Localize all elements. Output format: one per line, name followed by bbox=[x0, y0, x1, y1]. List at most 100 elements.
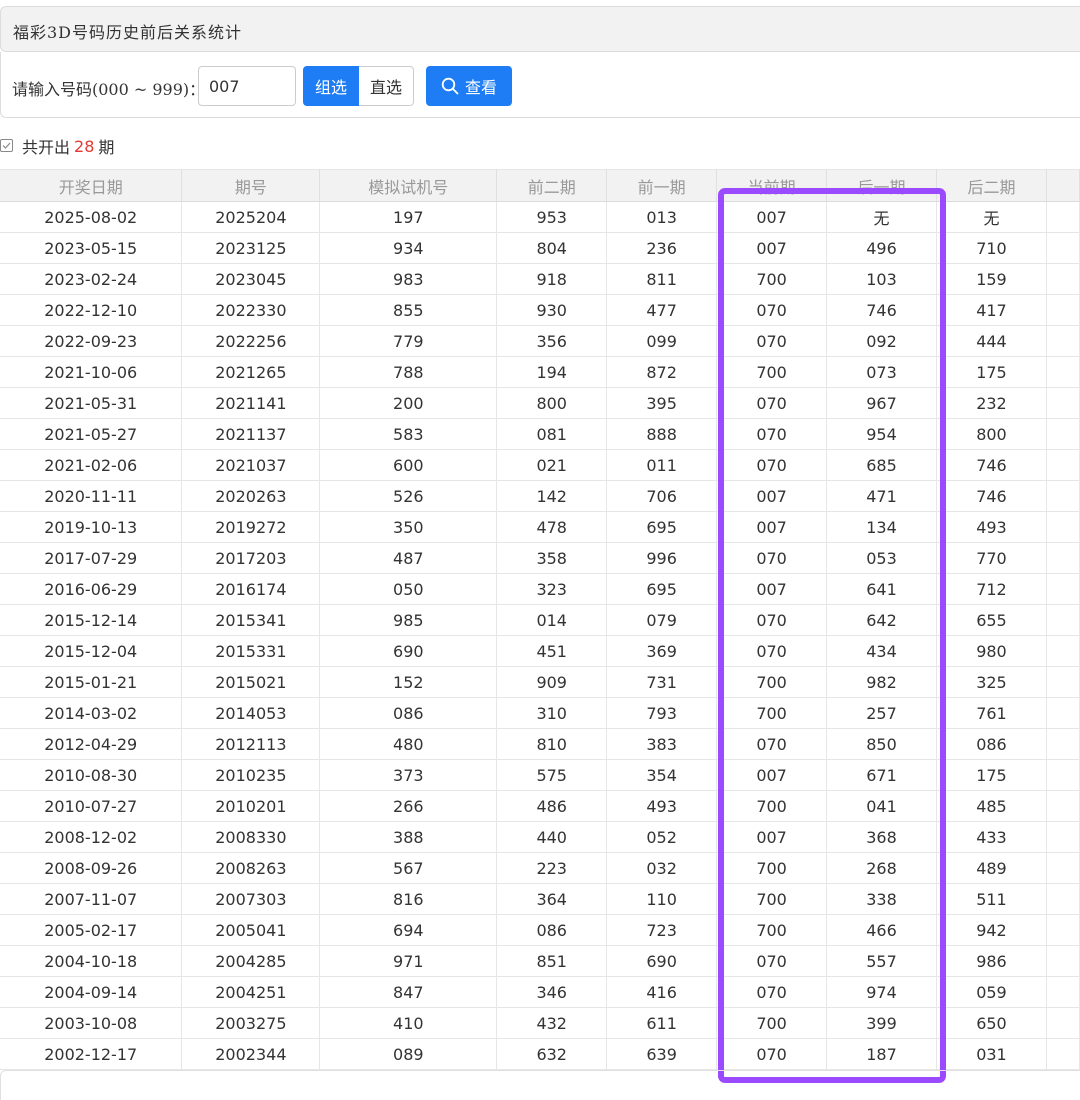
table-row: 2023-02-24 2023045 983 918 811 700 103 159 bbox=[0, 263, 1080, 295]
table-row: 2010-07-27 2010201 266 486 493 700 041 485 bbox=[0, 790, 1080, 822]
table-cell: 985 bbox=[319, 604, 498, 636]
table-cell-empty bbox=[1046, 728, 1080, 760]
table-cell: 567 bbox=[319, 852, 498, 884]
table-cell: 070 bbox=[716, 449, 828, 481]
table-cell: 800 bbox=[496, 387, 608, 419]
table-cell: 2015-01-21 bbox=[0, 666, 183, 698]
table-cell: 2002344 bbox=[181, 1038, 321, 1070]
table-cell: 2023045 bbox=[181, 263, 321, 295]
table-body: 2025-08-02 2025204 197 953 013 007 无无 2023-05-1… bbox=[0, 201, 1080, 1070]
table-cell: 050 bbox=[319, 573, 498, 605]
table-cell: 793 bbox=[606, 697, 718, 729]
table-cell: 471 bbox=[826, 480, 937, 512]
table-cell: 070 bbox=[716, 325, 828, 357]
table-cell: 2021265 bbox=[181, 356, 321, 388]
table-cell: 2023125 bbox=[181, 232, 321, 264]
table-cell: 489 bbox=[936, 852, 1047, 884]
table-cell: 493 bbox=[936, 511, 1047, 543]
table-cell: 175 bbox=[936, 356, 1047, 388]
table-row: 2021-02-06 2021037 600 021 011 070 685 746 bbox=[0, 449, 1080, 481]
table-cell: 338 bbox=[826, 883, 937, 915]
table-cell: 2002-12-17 bbox=[0, 1038, 183, 1070]
table-cell-empty bbox=[1046, 449, 1080, 481]
number-input[interactable] bbox=[198, 66, 296, 106]
column-header: 开奖日期 bbox=[0, 169, 183, 202]
table-cell: 700 bbox=[716, 852, 828, 884]
table-cell: 2015021 bbox=[181, 666, 321, 698]
column-header: 前二期 bbox=[496, 169, 608, 202]
table-cell: 007 bbox=[716, 511, 828, 543]
table-cell: 855 bbox=[319, 294, 498, 326]
table-row: 2007-11-07 2007303 816 364 110 700 338 511 bbox=[0, 883, 1080, 915]
table-cell: 2014-03-02 bbox=[0, 697, 183, 729]
table-cell: 152 bbox=[319, 666, 498, 698]
table-cell: 804 bbox=[496, 232, 608, 264]
table-cell: 021 bbox=[496, 449, 608, 481]
table-cell: 432 bbox=[496, 1007, 608, 1039]
table-cell: 909 bbox=[496, 666, 608, 698]
table-cell: 041 bbox=[826, 790, 937, 822]
table-cell: 2004-10-18 bbox=[0, 945, 183, 977]
summary-suffix: 期 bbox=[98, 138, 115, 157]
table-row: 2020-11-11 2020263 526 142 706 007 471 746 bbox=[0, 480, 1080, 512]
table-cell: 700 bbox=[716, 883, 828, 915]
table-cell: 2008-12-02 bbox=[0, 821, 183, 853]
table-row: 2016-06-29 2016174 050 323 695 007 641 712 bbox=[0, 573, 1080, 605]
table-cell: 478 bbox=[496, 511, 608, 543]
table-cell: 712 bbox=[936, 573, 1047, 605]
table-cell: 399 bbox=[826, 1007, 937, 1039]
table-cell-empty bbox=[1046, 604, 1080, 636]
table-cell: 2007303 bbox=[181, 883, 321, 915]
table-cell: 695 bbox=[606, 573, 718, 605]
table-cell: 323 bbox=[496, 573, 608, 605]
table-row: 2005-02-17 2005041 694 086 723 700 466 942 bbox=[0, 914, 1080, 946]
table-cell: 2004251 bbox=[181, 976, 321, 1008]
table-cell: 200 bbox=[319, 387, 498, 419]
table-cell: 700 bbox=[716, 790, 828, 822]
table-cell-empty bbox=[1046, 1038, 1080, 1070]
column-header: 后一期 bbox=[826, 169, 937, 202]
table-cell: 700 bbox=[716, 1007, 828, 1039]
direct-select-button[interactable]: 直选 bbox=[359, 66, 414, 106]
table-cell-empty bbox=[1046, 914, 1080, 946]
table-cell: 888 bbox=[606, 418, 718, 450]
table-cell: 700 bbox=[716, 666, 828, 698]
panel-header: 福彩3D号码历史前后关系统计 bbox=[0, 6, 1080, 52]
table-cell: 070 bbox=[716, 635, 828, 667]
table-cell: 954 bbox=[826, 418, 937, 450]
table-cell-empty bbox=[1046, 232, 1080, 264]
table-cell: 079 bbox=[606, 604, 718, 636]
table-cell: 982 bbox=[826, 666, 937, 698]
table-cell: 700 bbox=[716, 263, 828, 295]
table-cell-empty bbox=[1046, 511, 1080, 543]
table-cell: 2017-07-29 bbox=[0, 542, 183, 574]
table-cell: 373 bbox=[319, 759, 498, 791]
table-cell: 007 bbox=[716, 232, 828, 264]
table-cell: 2022-12-10 bbox=[0, 294, 183, 326]
table-cell: 232 bbox=[936, 387, 1047, 419]
table-cell: 671 bbox=[826, 759, 937, 791]
table-cell: 356 bbox=[496, 325, 608, 357]
table-cell: 070 bbox=[716, 976, 828, 1008]
table-cell: 103 bbox=[826, 263, 937, 295]
history-table: 开奖日期 期号 模拟试机号 前二期 前一期 当前期 后一期 后二期 2025-08-02 202… bbox=[0, 169, 1080, 1070]
table-cell: 971 bbox=[319, 945, 498, 977]
view-button[interactable]: 查看 bbox=[426, 66, 512, 106]
table-cell: 059 bbox=[936, 976, 1047, 1008]
group-select-button[interactable]: 组选 bbox=[303, 66, 359, 106]
table-cell: 395 bbox=[606, 387, 718, 419]
table-cell: 746 bbox=[826, 294, 937, 326]
table-cell: 092 bbox=[826, 325, 937, 357]
table-cell: 642 bbox=[826, 604, 937, 636]
table-cell: 695 bbox=[606, 511, 718, 543]
table-cell: 2004285 bbox=[181, 945, 321, 977]
table-cell: 2021137 bbox=[181, 418, 321, 450]
table-row: 2019-10-13 2019272 350 478 695 007 134 493 bbox=[0, 511, 1080, 543]
table-cell: 2023-02-24 bbox=[0, 263, 183, 295]
summary-count: 28 bbox=[74, 136, 95, 156]
table-cell: 2005-02-17 bbox=[0, 914, 183, 946]
table-cell: 032 bbox=[606, 852, 718, 884]
table-cell-empty bbox=[1046, 325, 1080, 357]
table-cell: 575 bbox=[496, 759, 608, 791]
table-cell-empty bbox=[1046, 852, 1080, 884]
